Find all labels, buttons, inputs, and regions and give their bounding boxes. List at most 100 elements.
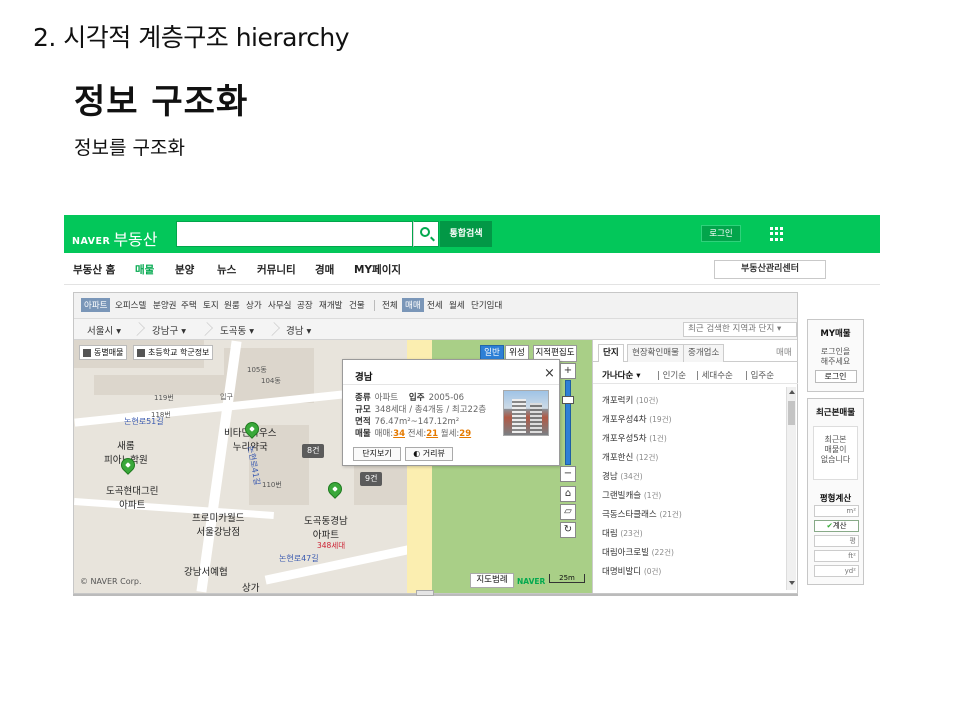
filter-presale-right[interactable]: 분양권	[153, 299, 176, 311]
my-login-button[interactable]: 로그인	[814, 370, 857, 383]
complex-count: (22건)	[651, 548, 674, 557]
scroll-down-icon[interactable]	[789, 581, 795, 585]
deal-jeonse[interactable]: 전세	[427, 299, 443, 311]
crumb-dong[interactable]: 도곡동 ▾	[220, 323, 254, 337]
search-button[interactable]	[413, 221, 439, 247]
nav-news[interactable]: 뉴스	[217, 262, 236, 277]
complex-count: (12건)	[635, 453, 659, 462]
list-item[interactable]: 개포한신 (12건)	[602, 451, 658, 463]
filter-building[interactable]: 건물	[349, 299, 365, 311]
list-item[interactable]: 대림 (23건)	[602, 527, 643, 539]
list-item[interactable]: 경남 (34건)	[602, 470, 643, 482]
filter-oneroom[interactable]: 원룸	[224, 299, 240, 311]
scroll-thumb[interactable]	[788, 401, 795, 425]
area-yd2-field[interactable]: yd²	[814, 565, 859, 577]
listing-count-badge[interactable]: 8건	[302, 444, 325, 458]
deal-sale[interactable]: 매매	[402, 298, 424, 312]
unified-search-button[interactable]: 통합검색	[440, 221, 492, 247]
zoom-slider-handle[interactable]	[562, 396, 574, 404]
crumb-city[interactable]: 서울시 ▾	[87, 323, 121, 337]
nav-home[interactable]: 부동산 홈	[73, 262, 115, 277]
listing-count-badge[interactable]: 9건	[360, 472, 383, 486]
crumb-district-label: 강남구	[152, 326, 179, 337]
popup-sale-value[interactable]: 34	[393, 429, 405, 439]
complex-name: 개포우성5차	[602, 434, 647, 444]
area-pyeong-field[interactable]: 평	[814, 535, 859, 547]
popup-row-scale: 규모 348세대 / 총4개동 / 최고22층	[355, 403, 486, 415]
list-item[interactable]: 개포럭키 (10건)	[602, 394, 658, 406]
nav-presale[interactable]: 분양	[175, 262, 194, 277]
popup-jeonse-value[interactable]: 21	[426, 429, 438, 439]
logo-service: 부동산	[113, 230, 158, 249]
map-label-seohoe: 강남서예협	[184, 567, 228, 578]
ruler-icon[interactable]: ▱	[560, 504, 576, 520]
calculate-button[interactable]: ✔계산	[814, 520, 859, 532]
location-breadcrumb: 서울시 ▾ 강남구 ▾ 도곡동 ▾ 경남 ▾ 최근 검색한 지역과 단지 ▾	[74, 319, 797, 340]
filter-land[interactable]: 토지	[203, 299, 219, 311]
slide-subtitle: 정보를 구조화	[74, 137, 185, 159]
list-item[interactable]: 개포우성4차 (19건)	[602, 413, 672, 425]
recent-search-select[interactable]: 최근 검색한 지역과 단지 ▾	[683, 322, 797, 337]
map-pin-icon[interactable]	[325, 479, 345, 499]
nav-auction[interactable]: 경매	[315, 262, 334, 277]
tab-complex[interactable]: 단지	[598, 344, 624, 362]
list-item[interactable]: 대림아크로빌 (22건)	[602, 546, 674, 558]
area-m2-field[interactable]: m²	[814, 505, 859, 517]
complex-photo[interactable]	[503, 390, 549, 436]
filter-office[interactable]: 사무실	[268, 299, 291, 311]
close-icon[interactable]: ×	[544, 366, 555, 381]
tab-agents[interactable]: 중개업소	[683, 344, 725, 362]
option-school-district[interactable]: 초등학교 학군정보	[133, 345, 214, 360]
zoom-out-button[interactable]: −	[560, 466, 576, 482]
list-item[interactable]: 그랜빌캐슬 (1건)	[602, 489, 661, 501]
scroll-up-icon[interactable]	[789, 390, 795, 394]
filter-shop[interactable]: 상가	[246, 299, 262, 311]
logo[interactable]: NAVER 부동산	[72, 225, 158, 249]
list-item[interactable]: 극동스타클래스 (21건)	[602, 508, 682, 520]
nav-listings[interactable]: 매물	[135, 262, 154, 277]
list-scrollbar[interactable]	[786, 387, 796, 590]
filter-officetel[interactable]: 오피스텔	[115, 299, 146, 311]
view-complex-button[interactable]: 단지보기	[353, 447, 401, 461]
deal-all[interactable]: 전체	[382, 299, 398, 311]
sort-alpha[interactable]: 가나다순 ▾	[602, 369, 641, 381]
area-ft2-field[interactable]: ft²	[814, 550, 859, 562]
zoom-slider[interactable]	[565, 380, 571, 465]
street-view-button[interactable]: ◐ 거리뷰	[405, 447, 453, 461]
map-legend-button[interactable]: 지도범례	[470, 573, 514, 588]
deal-short[interactable]: 단기임대	[471, 299, 502, 311]
popup-row-area: 면적 76.47m²~147.12m²	[355, 415, 459, 427]
complex-popup: 경남 × 종류 아파트 입주 2005-06 규모 348세대 / 총4개동 / 최고…	[342, 359, 560, 466]
option-dong-listing[interactable]: 동별매물	[79, 345, 128, 360]
grid-icon[interactable]	[770, 227, 784, 241]
popup-movein-label: 입주	[408, 393, 425, 403]
login-button[interactable]: 로그인	[701, 225, 741, 242]
zoom-in-button[interactable]: +	[560, 363, 576, 379]
complex-count: (34건)	[620, 472, 643, 481]
popup-area-value: 76.47m²~147.12m²	[374, 417, 460, 427]
filter-redevelop[interactable]: 재개발	[319, 299, 342, 311]
popup-monthly-value[interactable]: 29	[459, 429, 471, 439]
list-item[interactable]: 대명비발디 (0건)	[602, 565, 661, 577]
filter-apartment[interactable]: 아파트	[81, 298, 111, 312]
map-label-road1: 논현로51길	[124, 417, 164, 426]
deal-monthly[interactable]: 월세	[449, 299, 465, 311]
resize-handle[interactable]	[416, 590, 434, 596]
nav-community[interactable]: 커뮤니티	[257, 262, 296, 277]
search-input[interactable]	[176, 221, 413, 247]
refresh-icon[interactable]: ↻	[560, 522, 576, 538]
management-center-button[interactable]: 부동산관리센터	[714, 260, 826, 279]
crumb-district[interactable]: 강남구 ▾	[152, 323, 186, 337]
home-icon[interactable]: ⌂	[560, 486, 576, 502]
sort-movein[interactable]: | 입주순	[745, 369, 774, 381]
complex-name: 대명비발디	[602, 567, 642, 577]
filter-house[interactable]: 주택	[181, 299, 197, 311]
tab-verified[interactable]: 현장확인매물	[627, 344, 684, 362]
filter-factory[interactable]: 공장	[297, 299, 313, 311]
map-view[interactable]: 동별매물 초등학교 학군정보 일반 위성 지적편집도 105동 104동 119…	[74, 340, 592, 593]
crumb-complex[interactable]: 경남 ▾	[286, 323, 311, 337]
list-item[interactable]: 개포우성5차 (1건)	[602, 432, 667, 444]
sort-popular[interactable]: | 인기순	[657, 369, 686, 381]
nav-mypage[interactable]: MY페이지	[354, 262, 401, 277]
sort-households[interactable]: | 세대수순	[696, 369, 733, 381]
